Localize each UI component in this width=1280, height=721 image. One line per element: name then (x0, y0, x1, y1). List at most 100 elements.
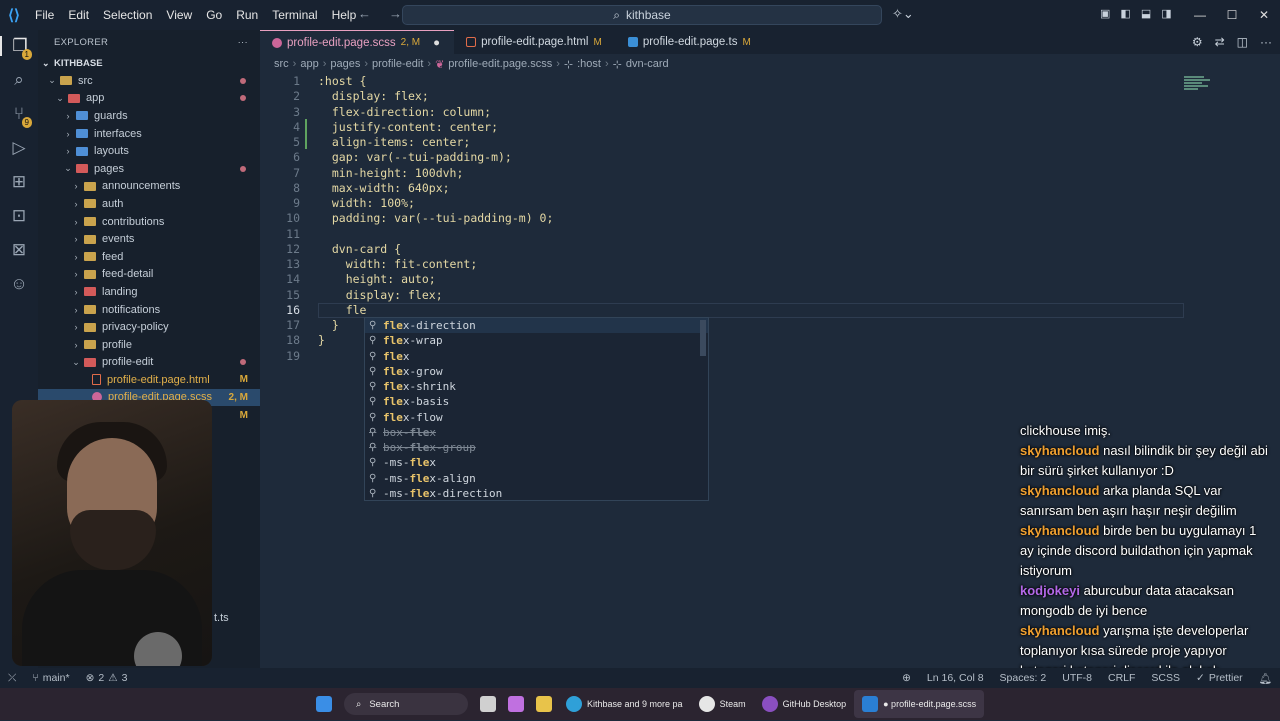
breadcrumb-item[interactable]: profile-edit.page.scss (448, 58, 552, 70)
remote-indicator-icon[interactable]: ⤫ (0, 672, 24, 685)
suggestion-item[interactable]: ⚲ fle x-shrink (365, 379, 708, 394)
toggle-panel-icon[interactable]: ⬓ (1141, 7, 1151, 20)
breadcrumb-item[interactable]: src (274, 58, 289, 70)
taskbar-search[interactable]: ⌕ Search (344, 693, 468, 715)
more-editor-actions-icon[interactable]: ··· (1260, 35, 1272, 49)
suggestion-item[interactable]: ⚲ fle x (365, 349, 708, 364)
tree-item[interactable]: ⌄ app (38, 90, 260, 108)
suggestion-item[interactable]: ⚲ fle x-flow (365, 410, 708, 425)
notifications-bell-icon[interactable]: 🔔︎ (1251, 672, 1280, 685)
taskbar-app-steam[interactable]: Steam (691, 690, 754, 718)
suggestion-item[interactable]: ⚲ box-fle x-group (365, 440, 708, 455)
suggest-scrollbar[interactable] (700, 320, 706, 356)
forward-arrow-icon[interactable]: → (389, 6, 402, 21)
code-line[interactable]: align-items: center; (318, 135, 553, 150)
customize-layout-icon[interactable]: ▣ (1100, 7, 1110, 20)
code-line[interactable]: min-height: 100dvh; (318, 166, 553, 181)
split-editor-icon[interactable]: ◫ (1237, 35, 1248, 49)
tree-item[interactable]: › landing (38, 283, 260, 301)
language-mode[interactable]: SCSS (1143, 672, 1188, 684)
project-header[interactable]: ⌄ KITHBASE (38, 54, 260, 72)
suggestion-item[interactable]: ⚲ -ms-fle x-direction (365, 486, 708, 500)
code-line[interactable]: :host { (318, 74, 553, 89)
tree-item[interactable]: › auth (38, 195, 260, 213)
tree-item[interactable]: profile-edit.page.html M (38, 371, 260, 389)
tree-item[interactable]: › layouts (38, 142, 260, 160)
zoom-icon[interactable]: ⊕ (894, 672, 919, 684)
tree-item[interactable]: › contributions (38, 213, 260, 231)
breadcrumb-item[interactable]: dvn-card (626, 58, 669, 70)
code-line[interactable]: flex-direction: column; (318, 105, 553, 120)
tree-item[interactable]: › announcements (38, 178, 260, 196)
code-line[interactable]: display: flex; (318, 89, 553, 104)
tree-item[interactable]: › profile (38, 336, 260, 354)
copilot-chat-icon[interactable]: ☺ (0, 274, 38, 294)
copilot-edit-icon[interactable]: ⚙ (1192, 35, 1203, 49)
tree-item[interactable]: ⌄ profile-edit (38, 354, 260, 372)
copilot-app-icon[interactable] (508, 696, 524, 712)
tree-item[interactable]: ⌄ pages (38, 160, 260, 178)
menu-run[interactable]: Run (229, 8, 265, 22)
windows-start-icon[interactable] (316, 696, 332, 712)
tree-item[interactable]: › guards (38, 107, 260, 125)
tree-item[interactable]: › notifications (38, 301, 260, 319)
code-line[interactable]: width: fit-content; (318, 257, 553, 272)
code-line[interactable]: max-width: 640px; (318, 181, 553, 196)
breadcrumb-item[interactable]: profile-edit (372, 58, 423, 70)
breadcrumb-item[interactable]: pages (330, 58, 360, 70)
tree-item[interactable]: › feed (38, 248, 260, 266)
code-line[interactable] (318, 227, 553, 242)
unsaved-dot-icon[interactable]: ● (433, 37, 440, 49)
more-actions-icon[interactable]: ··· (238, 37, 248, 48)
cursor-position[interactable]: Ln 16, Col 8 (919, 672, 992, 684)
menu-view[interactable]: View (159, 8, 199, 22)
problems-indicator[interactable]: ⊗ 2 ⚠ 3 (78, 672, 136, 684)
encoding[interactable]: UTF-8 (1054, 672, 1100, 684)
code-line[interactable]: display: flex; (318, 288, 553, 303)
toggle-secondary-sidebar-icon[interactable]: ◨ (1161, 7, 1171, 20)
suggestion-item[interactable]: ⚲ -ms-fle x-align (365, 471, 708, 486)
tree-item[interactable]: › interfaces (38, 125, 260, 143)
remote-icon[interactable]: ⊠ (0, 240, 38, 260)
suggestion-item[interactable]: ⚲ fle x-grow (365, 364, 708, 379)
code-line[interactable]: fle (318, 303, 553, 318)
menu-go[interactable]: Go (199, 8, 229, 22)
command-center-search[interactable]: ⌕ kithbase (402, 5, 882, 25)
close-button[interactable]: ✕ (1248, 8, 1280, 22)
tree-item[interactable]: ⌄ src (38, 72, 260, 90)
breadcrumb-item[interactable]: :host (577, 58, 601, 70)
toggle-sidebar-icon[interactable]: ◧ (1120, 7, 1130, 20)
code-line[interactable]: justify-content: center; (318, 120, 553, 135)
menu-file[interactable]: File (28, 8, 61, 22)
tab-profile-edit-html[interactable]: profile-edit.page.html M (454, 30, 616, 54)
minimap[interactable] (1184, 76, 1214, 96)
suggestion-item[interactable]: ⚲ fle x-wrap (365, 333, 708, 348)
taskbar-app-github-desktop[interactable]: GitHub Desktop (754, 690, 855, 718)
code-line[interactable]: gap: var(--tui-padding-m); (318, 150, 553, 165)
back-arrow-icon[interactable]: ← (358, 6, 371, 21)
search-view-icon[interactable]: ⌕ (0, 70, 38, 90)
extensions-icon[interactable]: ⊞ (0, 172, 38, 192)
line-ending[interactable]: CRLF (1100, 672, 1143, 684)
tab-profile-edit-ts[interactable]: profile-edit.page.ts M (616, 30, 765, 54)
terminal-icon[interactable]: ⊡ (0, 206, 38, 226)
suggestion-item[interactable]: ⚲ fle x-direction (365, 318, 708, 334)
suggestion-item[interactable]: ⚲ box-fle x (365, 425, 708, 440)
taskbar-app-vscode[interactable]: ● profile-edit.page.scss (854, 690, 985, 718)
maximize-button[interactable]: ☐ (1216, 8, 1248, 22)
taskbar-app-edge[interactable]: Kithbase and 9 more pa (558, 690, 691, 718)
task-view-icon[interactable] (480, 696, 496, 712)
compare-changes-icon[interactable]: ⇄ (1215, 35, 1225, 49)
tree-item[interactable]: › feed-detail (38, 266, 260, 284)
copilot-icon[interactable]: ✧⌄ (892, 6, 914, 22)
code-line[interactable]: width: 100%; (318, 196, 553, 211)
explorer-icon[interactable]: ❐ 1 (0, 36, 38, 60)
run-debug-icon[interactable]: ▷ (0, 138, 38, 158)
suggestion-item[interactable]: ⚲ -ms-fle x (365, 455, 708, 470)
suggestion-item[interactable]: ⚲ fle x-basis (365, 394, 708, 409)
menu-edit[interactable]: Edit (61, 8, 96, 22)
minimize-button[interactable]: — (1184, 8, 1216, 22)
code-line[interactable]: height: auto; (318, 272, 553, 287)
source-control-icon[interactable]: ⑂ 9 (0, 104, 38, 128)
branch-indicator[interactable]: ⑂ main* (24, 672, 77, 684)
